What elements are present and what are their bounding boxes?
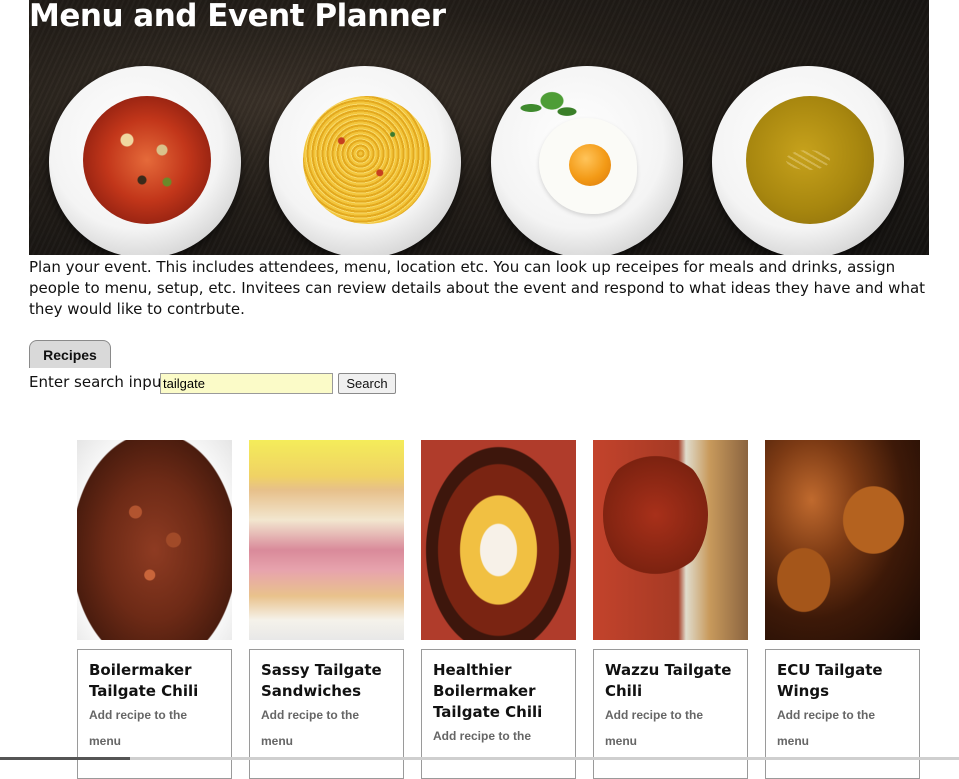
recipe-title[interactable]: Wazzu Tailgate Chili xyxy=(605,660,736,702)
herb-garnish-image xyxy=(519,90,579,126)
soup-bowl-image xyxy=(83,96,211,224)
add-recipe-link[interactable]: Add recipe to the xyxy=(433,723,543,749)
recipe-photo-sandwich[interactable] xyxy=(249,440,404,640)
recipe-card[interactable]: Healthier Boilermaker Tailgate Chili Add… xyxy=(421,440,577,779)
recipe-card[interactable]: Sassy Tailgate Sandwiches Add recipe to … xyxy=(249,440,405,779)
add-recipe-link[interactable]: Add recipe to the menu xyxy=(261,702,371,754)
plate-image-green-soup xyxy=(712,66,904,255)
plate-image-pasta xyxy=(269,66,461,255)
hero-banner: Menu and Event Planner xyxy=(29,0,929,255)
recipe-card[interactable]: ECU Tailgate Wings Add recipe to the men… xyxy=(765,440,921,779)
recipe-title[interactable]: Sassy Tailgate Sandwiches xyxy=(261,660,392,702)
green-soup-image xyxy=(746,96,874,224)
add-recipe-link[interactable]: Add recipe to the menu xyxy=(89,702,199,754)
egg-yolk-image xyxy=(569,144,611,186)
recipe-title[interactable]: Boilermaker Tailgate Chili xyxy=(89,660,220,702)
recipe-photo-wazzu-chili[interactable] xyxy=(593,440,748,640)
pasta-image xyxy=(303,96,431,224)
recipe-card[interactable]: Wazzu Tailgate Chili Add recipe to the m… xyxy=(593,440,749,779)
page-title: Menu and Event Planner xyxy=(29,0,446,34)
recipe-card[interactable]: Boilermaker Tailgate Chili Add recipe to… xyxy=(77,440,233,779)
search-button[interactable]: Search xyxy=(338,373,396,394)
plate-image-soup xyxy=(49,66,241,255)
recipe-photo-wings[interactable] xyxy=(765,440,920,640)
add-recipe-link[interactable]: Add recipe to the menu xyxy=(777,702,887,754)
search-label: Enter search input xyxy=(29,373,168,391)
recipe-photo-chili[interactable] xyxy=(77,440,232,640)
recipe-photo-healthier-chili[interactable] xyxy=(421,440,576,640)
add-recipe-link[interactable]: Add recipe to the menu xyxy=(605,702,715,754)
search-input[interactable] xyxy=(160,373,333,394)
plate-image-egg xyxy=(491,66,683,255)
recipe-title[interactable]: ECU Tailgate Wings xyxy=(777,660,908,702)
tab-recipes[interactable]: Recipes xyxy=(29,340,111,368)
recipe-title[interactable]: Healthier Boilermaker Tailgate Chili xyxy=(433,660,564,723)
intro-text: Plan your event. This includes attendees… xyxy=(29,258,926,318)
